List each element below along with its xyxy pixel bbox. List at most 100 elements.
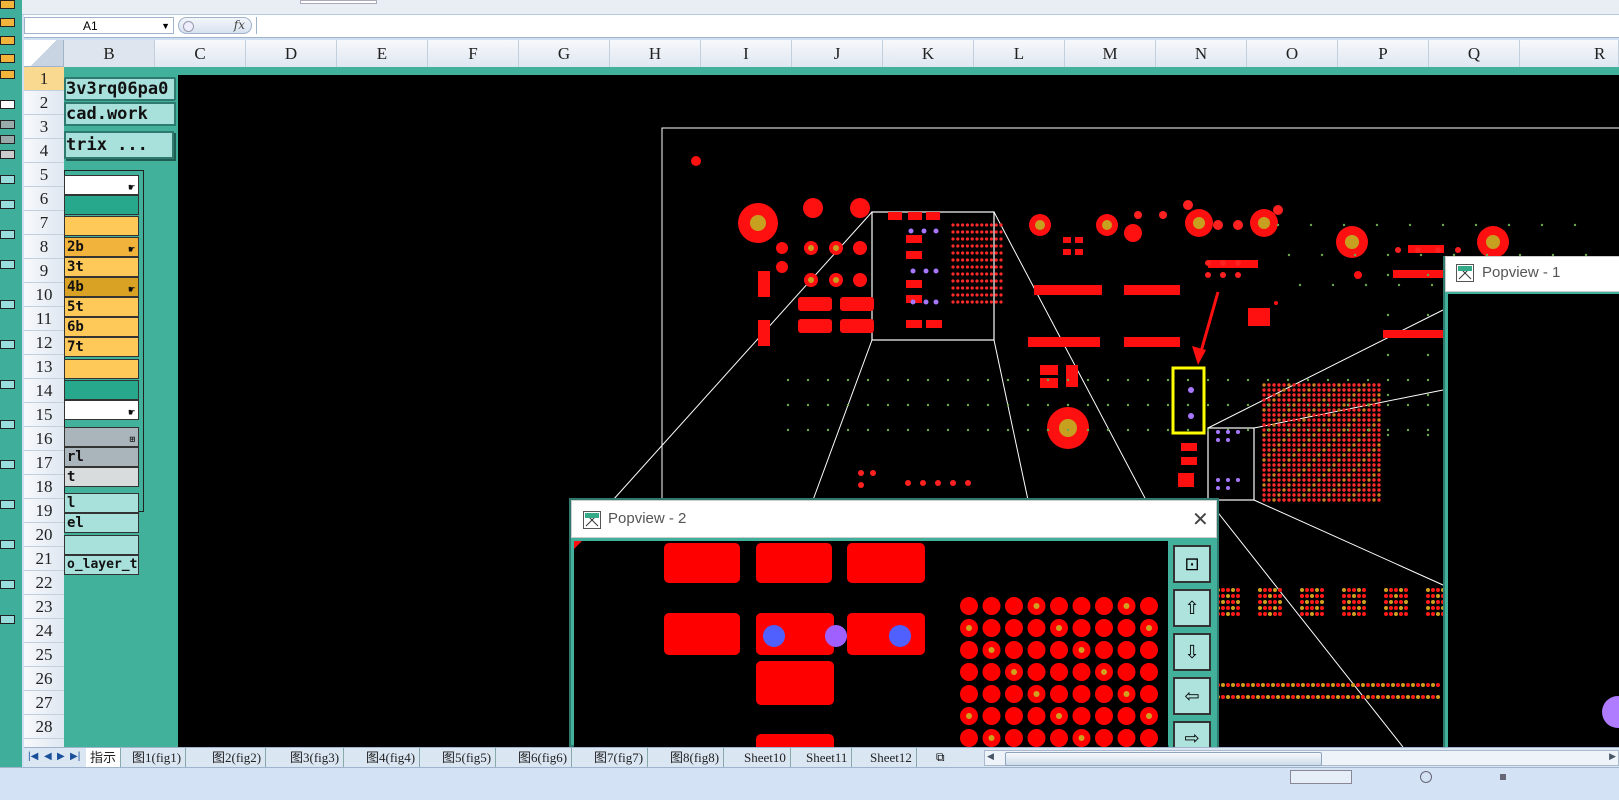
- option-item-t[interactable]: t: [64, 467, 139, 487]
- row-header-4[interactable]: 4: [24, 139, 64, 163]
- option-item-blank[interactable]: [64, 535, 139, 555]
- layer-item-4b[interactable]: 4b ☛: [64, 277, 139, 297]
- option-item-rl[interactable]: rl: [64, 447, 139, 467]
- row-header-8[interactable]: 8: [24, 235, 64, 259]
- row-header-1[interactable]: 1: [24, 67, 64, 91]
- next-sheet-icon[interactable]: ▶: [57, 751, 65, 762]
- row-header-12[interactable]: 12: [24, 331, 64, 355]
- sheet-tab-1[interactable]: 图1(fig1): [128, 748, 187, 767]
- row-header-9[interactable]: 9: [24, 259, 64, 283]
- row-header-19[interactable]: 19: [24, 499, 64, 523]
- column-header-i[interactable]: I: [701, 40, 792, 67]
- row-header-23[interactable]: 23: [24, 595, 64, 619]
- sheet-tab-3[interactable]: 图3(fig3): [286, 748, 345, 767]
- column-header-f[interactable]: F: [428, 40, 519, 67]
- row-header-10[interactable]: 10: [24, 283, 64, 307]
- column-header-p[interactable]: P: [1338, 40, 1429, 67]
- option-item-layer[interactable]: o_layer_t: [64, 555, 139, 575]
- popview-1-canvas[interactable]: [1448, 294, 1619, 780]
- insert-sheet-icon[interactable]: ⧉: [936, 750, 945, 765]
- chevron-down-icon[interactable]: ▼: [161, 18, 170, 35]
- layer-dropdown-top[interactable]: ☛: [64, 175, 139, 195]
- sheet-tab-11[interactable]: Sheet12: [866, 748, 917, 767]
- row-header-21[interactable]: 21: [24, 547, 64, 571]
- move-left-icon[interactable]: ⇦: [1173, 677, 1211, 715]
- popview-2-window[interactable]: Popview - 2 ✕ ⊡ ⇧ ⇩ ⇦ ⇨: [569, 498, 1219, 769]
- row-header-18[interactable]: 18: [24, 475, 64, 499]
- sheet-tab-0[interactable]: 指示: [86, 748, 122, 767]
- layer-dropdown-bottom[interactable]: ☛: [64, 400, 139, 420]
- option-item-l[interactable]: l: [64, 493, 139, 513]
- select-all-corner[interactable]: [24, 40, 64, 67]
- layer-item-5t[interactable]: 5t: [64, 297, 139, 317]
- scroll-right-icon[interactable]: ▶: [1609, 751, 1616, 762]
- move-right-icon[interactable]: ⇨: [1173, 721, 1211, 749]
- matrix-button[interactable]: trix ...: [64, 131, 174, 159]
- row-header-26[interactable]: 26: [24, 667, 64, 691]
- insert-function-button[interactable]: fx: [178, 17, 252, 34]
- row-header-7[interactable]: 7: [24, 211, 64, 235]
- column-header-o[interactable]: O: [1247, 40, 1338, 67]
- column-header-j[interactable]: J: [792, 40, 883, 67]
- horizontal-scrollbar[interactable]: ◀ ▶: [984, 750, 1619, 766]
- first-sheet-icon[interactable]: |◀: [28, 751, 38, 762]
- row-header-15[interactable]: 15: [24, 403, 64, 427]
- popview-2-canvas[interactable]: [574, 541, 1168, 769]
- row-header-3[interactable]: 3: [24, 115, 64, 139]
- prev-sheet-icon[interactable]: ◀: [44, 751, 52, 762]
- row-header-20[interactable]: 20: [24, 523, 64, 547]
- move-up-icon[interactable]: ⇧: [1173, 589, 1211, 627]
- popview-2-titlebar[interactable]: Popview - 2 ✕: [571, 500, 1217, 538]
- sheet-tab-4[interactable]: 图4(fig4): [362, 748, 421, 767]
- column-header-b[interactable]: B: [64, 40, 155, 67]
- zoom-slider-marker[interactable]: [1500, 774, 1506, 780]
- row-header-17[interactable]: 17: [24, 451, 64, 475]
- row-header-24[interactable]: 24: [24, 619, 64, 643]
- project-id-cell[interactable]: 3v3rq06pa0: [64, 77, 176, 101]
- workfile-cell[interactable]: cad.work: [64, 102, 176, 126]
- column-header-l[interactable]: L: [974, 40, 1065, 67]
- sheet-tab-10[interactable]: Sheet11: [802, 748, 853, 767]
- column-header-r[interactable]: R: [1520, 40, 1619, 67]
- column-header-k[interactable]: K: [883, 40, 974, 67]
- column-header-h[interactable]: H: [610, 40, 701, 67]
- sheet-tab-2[interactable]: 图2(fig2): [208, 748, 267, 767]
- close-icon[interactable]: ✕: [1192, 507, 1209, 532]
- row-header-2[interactable]: 2: [24, 91, 64, 115]
- row-header-25[interactable]: 25: [24, 643, 64, 667]
- sheet-tab-8[interactable]: 图8(fig8): [666, 748, 725, 767]
- move-down-icon[interactable]: ⇩: [1173, 633, 1211, 671]
- zoom-fit-icon[interactable]: ⊡: [1173, 545, 1211, 583]
- layer-item-6b[interactable]: 6b: [64, 317, 139, 337]
- scroll-left-icon[interactable]: ◀: [987, 751, 994, 762]
- column-header-q[interactable]: Q: [1429, 40, 1520, 67]
- popview-1-titlebar[interactable]: Popview - 1: [1445, 256, 1619, 292]
- row-header-14[interactable]: 14: [24, 379, 64, 403]
- layer-item-3t[interactable]: 3t: [64, 257, 139, 277]
- option-item-el[interactable]: el: [64, 513, 139, 533]
- sheet-tab-9[interactable]: Sheet10: [740, 748, 791, 767]
- sheet-tab-5[interactable]: 图5(fig5): [438, 748, 497, 767]
- layer-item-7t[interactable]: 7t: [64, 337, 139, 357]
- row-header-28[interactable]: 28: [24, 715, 64, 739]
- column-header-d[interactable]: D: [246, 40, 337, 67]
- sheet-tab-6[interactable]: 图6(fig6): [514, 748, 573, 767]
- column-header-n[interactable]: N: [1156, 40, 1247, 67]
- column-header-e[interactable]: E: [337, 40, 428, 67]
- row-header-16[interactable]: 16: [24, 427, 64, 451]
- row-header-11[interactable]: 11: [24, 307, 64, 331]
- formula-input[interactable]: [256, 17, 1619, 34]
- row-header-5[interactable]: 5: [24, 163, 64, 187]
- row-header-27[interactable]: 27: [24, 691, 64, 715]
- row-header-13[interactable]: 13: [24, 355, 64, 379]
- name-box[interactable]: A1 ▼: [24, 17, 174, 34]
- layer-item-2b[interactable]: 2b ☛: [64, 237, 139, 257]
- column-header-g[interactable]: G: [519, 40, 610, 67]
- column-header-m[interactable]: M: [1065, 40, 1156, 67]
- column-header-c[interactable]: C: [155, 40, 246, 67]
- row-header-22[interactable]: 22: [24, 571, 64, 595]
- popview-1-window[interactable]: Popview - 1: [1443, 256, 1619, 780]
- last-sheet-icon[interactable]: ▶|: [70, 751, 80, 762]
- row-header-6[interactable]: 6: [24, 187, 64, 211]
- sheet-tab-7[interactable]: 图7(fig7): [590, 748, 649, 767]
